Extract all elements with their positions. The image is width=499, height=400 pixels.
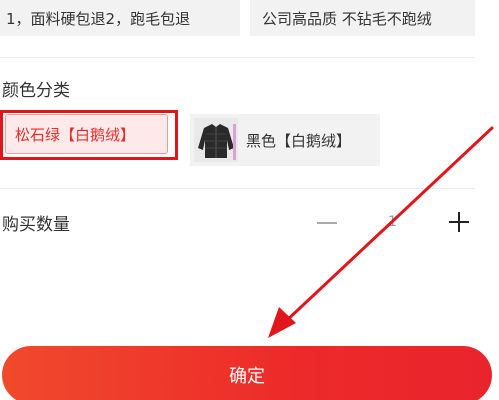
color-option-turquoise-label: 松石绿【白鹅绒】 <box>15 125 136 144</box>
confirm-button[interactable]: 确定 <box>2 346 492 400</box>
review-tag-2-label: 公司高品质 不钻毛不跑绒 <box>262 9 432 28</box>
black-jacket-thumbnail <box>194 118 238 162</box>
divider <box>0 57 475 58</box>
color-section-label: 颜色分类 <box>2 81 70 101</box>
color-option-black-label: 黑色【白鹅绒】 <box>246 131 352 150</box>
quantity-label: 购买数量 <box>2 215 70 235</box>
confirm-button-label: 确定 <box>229 366 265 387</box>
minus-icon <box>317 222 337 224</box>
quantity-value[interactable]: 1 <box>388 214 397 230</box>
review-tag-1[interactable]: 1，面料硬包退2，跑毛包退 <box>0 0 240 36</box>
divider <box>0 188 475 189</box>
color-option-turquoise[interactable]: 松石绿【白鹅绒】 <box>5 114 168 154</box>
color-option-black[interactable]: 黑色【白鹅绒】 <box>190 114 380 166</box>
decrease-quantity-button[interactable] <box>314 210 340 236</box>
annotation-arrow <box>268 126 494 338</box>
increase-quantity-button[interactable] <box>446 209 472 235</box>
review-tag-1-label: 1，面料硬包退2，跑毛包退 <box>6 9 191 28</box>
plus-icon-vertical <box>458 212 460 232</box>
review-tag-2[interactable]: 公司高品质 不钻毛不跑绒 <box>250 0 475 36</box>
